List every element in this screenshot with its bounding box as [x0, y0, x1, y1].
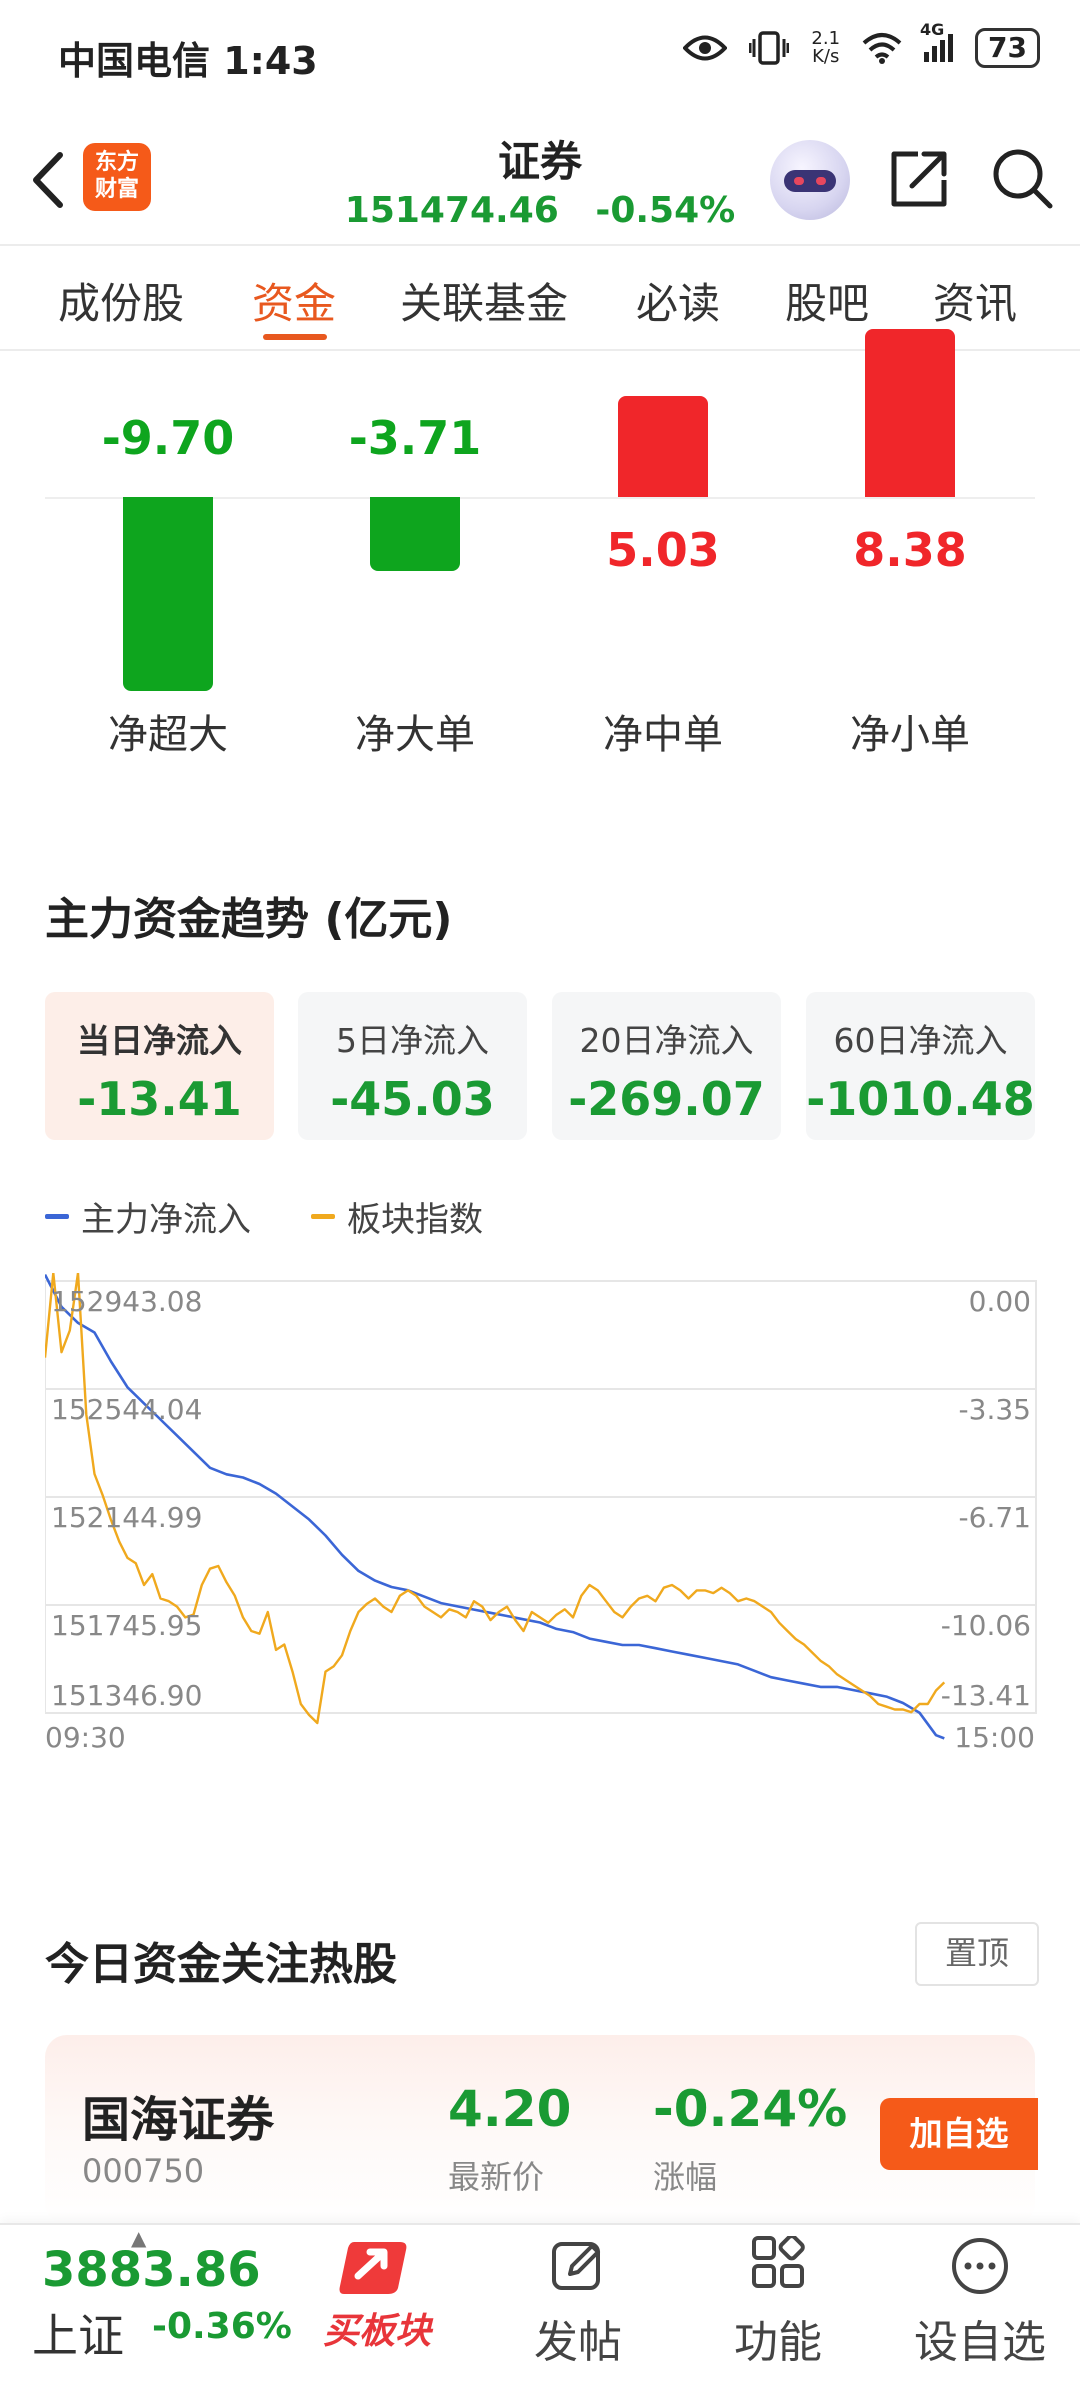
- left-tick-label: 151346.90: [51, 1679, 202, 1712]
- market-index-value[interactable]: 3883.86: [42, 2242, 261, 2298]
- carrier-time: 中国电信 1:43: [58, 39, 318, 83]
- right-tick-label: 0.00: [969, 1285, 1031, 1318]
- eye-icon: [683, 35, 728, 61]
- left-tick-label: 152544.04: [51, 1393, 202, 1426]
- wifi-icon: [862, 33, 902, 64]
- left-tick-label: 152943.08: [51, 1285, 202, 1318]
- status-bar: 中国电信 1:43 2.1 K/s 4G 73: [0, 0, 1080, 110]
- stock-change: -0.24%: [653, 2080, 848, 2138]
- tab-related-funds[interactable]: 关联基金: [400, 270, 568, 331]
- grid-icon: [752, 2234, 805, 2288]
- tab-must-read[interactable]: 必读: [636, 270, 720, 331]
- left-tick-label: 152144.99: [51, 1501, 202, 1534]
- active-tab-indicator: [263, 334, 327, 340]
- market-index-change: -0.36%: [152, 2306, 292, 2347]
- legend-sector-index: 板块指数: [311, 1192, 483, 1241]
- more-icon: [952, 2238, 1008, 2294]
- flow-bar-label-2: 净大单: [355, 712, 475, 758]
- flow-bar-2: [370, 497, 460, 572]
- flow-bar-value-1: -9.70: [101, 411, 235, 465]
- buy-sector-label[interactable]: 买板块: [318, 2302, 436, 2354]
- trend-section-title: 主力资金趋势 (亿元): [45, 894, 453, 945]
- right-tick-label: -13.41: [941, 1679, 1031, 1712]
- trend-line-chart[interactable]: 152943.08 152544.04 152144.99 151745.95 1513…: [45, 1273, 1037, 1753]
- hot-stocks-title: 今日资金关注热股: [45, 1939, 397, 1990]
- net-speed: 2.1 K/s: [811, 28, 841, 67]
- flow-bar-label-1: 净超大: [108, 712, 228, 758]
- flow-bar-4: [865, 329, 955, 497]
- assistant-robot-icon[interactable]: [770, 140, 850, 220]
- flow-bar-value-4: 8.38: [853, 523, 967, 577]
- tab-funds[interactable]: 资金: [252, 270, 336, 331]
- tab-news[interactable]: 资讯: [933, 270, 1017, 331]
- chart-legend: 主力净流入 板块指数: [45, 1192, 483, 1241]
- flow-bar-label-4: 净小单: [850, 712, 970, 758]
- nav-post[interactable]: 发帖: [508, 2236, 648, 2370]
- nav-functions[interactable]: 功能: [708, 2234, 848, 2370]
- legend-main-inflow: 主力净流入: [45, 1192, 251, 1241]
- battery-icon: 73: [975, 28, 1040, 68]
- card-20day-inflow[interactable]: 20日净流入 -269.07: [552, 992, 781, 1140]
- sector-index-value: 151474.46: [344, 190, 559, 231]
- stock-price-label: 最新价: [448, 2158, 545, 2196]
- stock-code: 000750: [82, 2152, 205, 2190]
- tab-forum[interactable]: 股吧: [785, 270, 869, 331]
- stock-price: 4.20: [448, 2080, 572, 2138]
- add-to-watchlist-button[interactable]: 加自选: [880, 2098, 1038, 2170]
- market-index-name[interactable]: 上证: [32, 2300, 124, 2366]
- share-icon[interactable]: [888, 148, 950, 210]
- left-tick-label: 151745.95: [51, 1609, 202, 1642]
- flow-bar-1: [123, 497, 213, 691]
- card-5day-inflow[interactable]: 5日净流入 -45.03: [298, 992, 527, 1140]
- tab-constituents[interactable]: 成份股: [58, 270, 184, 331]
- right-tick-label: -3.35: [959, 1393, 1031, 1426]
- card-today-inflow[interactable]: 当日净流入 -13.41: [45, 992, 274, 1140]
- status-icons: 2.1 K/s 4G 73: [683, 20, 1040, 68]
- stock-change-label: 涨幅: [653, 2158, 718, 2196]
- stock-name[interactable]: 国海证券: [82, 2080, 274, 2150]
- search-icon[interactable]: [990, 146, 1054, 210]
- right-tick-label: -6.71: [959, 1501, 1031, 1534]
- edit-icon: [552, 2242, 600, 2290]
- vibrate-icon: [749, 31, 790, 65]
- x-tick-end: 15:00: [954, 1721, 1035, 1753]
- sector-index-change: -0.54%: [595, 190, 736, 231]
- flow-bar-value-3: 5.03: [606, 523, 720, 577]
- flow-bar-value-2: -3.71: [348, 411, 482, 465]
- nav-add-watchlist[interactable]: 设自选: [910, 2236, 1050, 2370]
- flow-bar-3: [618, 396, 708, 497]
- signal-icon: 4G: [920, 20, 954, 62]
- right-tick-label: -10.06: [941, 1609, 1031, 1642]
- flow-bar-label-3: 净中单: [603, 712, 723, 758]
- card-60day-inflow[interactable]: 60日净流入 -1010.48: [806, 992, 1035, 1140]
- x-tick-start: 09:30: [45, 1721, 126, 1753]
- pin-top-button[interactable]: 置顶: [915, 1922, 1039, 1986]
- buy-sector-icon[interactable]: [320, 2236, 430, 2298]
